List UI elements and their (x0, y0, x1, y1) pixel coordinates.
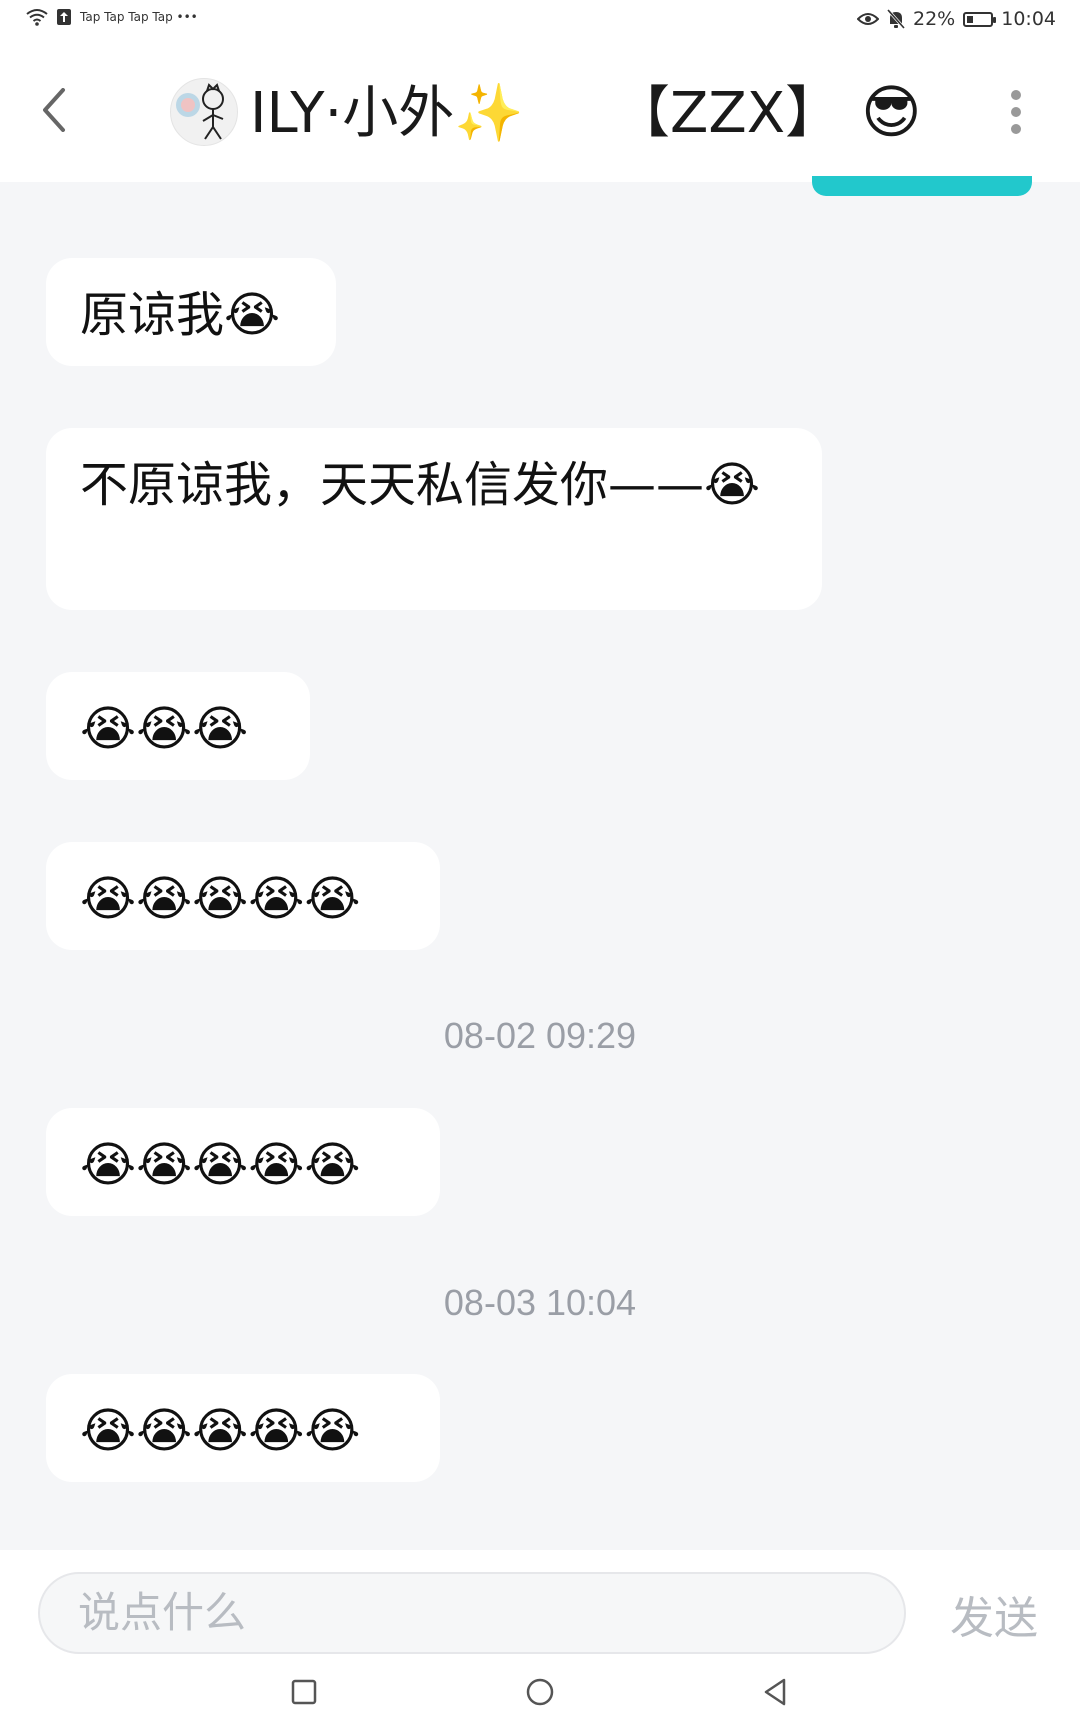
message-bubble[interactable]: 原谅我😭 (46, 258, 336, 366)
message-text: 原谅我😭 (80, 287, 281, 343)
message-bubble[interactable]: 😭😭😭😭😭 (46, 1374, 440, 1482)
home-button[interactable] (520, 1672, 560, 1712)
avatar-image (176, 83, 224, 140)
timestamp: 08-03 10:04 (443, 1282, 637, 1323)
battery-icon (963, 11, 997, 27)
square-icon (291, 1679, 317, 1705)
triangle-back-icon (764, 1678, 786, 1706)
message-bubble[interactable]: 😭😭😭😭😭 (46, 842, 440, 950)
title-name: ILY·小外✨ (250, 81, 525, 146)
send-button[interactable]: 发送 (950, 1582, 1038, 1646)
status-left: Tap Tap Tap Tap ••• (26, 8, 198, 26)
back-nav-button[interactable] (756, 1672, 796, 1712)
upload-notification-icon (57, 9, 71, 25)
message-bubble[interactable]: 😭😭😭 (46, 672, 310, 780)
circle-icon (526, 1678, 554, 1706)
message-input[interactable]: 说点什么 (38, 1572, 906, 1654)
recent-apps-button[interactable] (284, 1672, 324, 1712)
status-bar: Tap Tap Tap Tap ••• 22% 10:04 (0, 0, 1080, 40)
chat-header: ILY·小外✨ 【ZZX】 😎 (0, 40, 1080, 182)
more-dot-icon (1011, 90, 1021, 100)
message-text: 😭😭😭😭😭 (80, 1403, 361, 1459)
message-text: 不原谅我，天天私信发你——😭 (80, 457, 761, 513)
wifi-icon (26, 9, 48, 26)
status-notification-text: Tap Tap Tap Tap ••• (80, 10, 198, 24)
message-bubble[interactable]: 😭😭😭😭😭 (46, 1108, 440, 1216)
more-dot-icon (1011, 107, 1021, 117)
avatar[interactable] (170, 78, 238, 146)
system-nav-bar (0, 1660, 1080, 1728)
eye-icon (857, 13, 879, 25)
status-time: 10:04 (1001, 8, 1056, 30)
chevron-left-icon (43, 88, 65, 132)
chat-screen: Tap Tap Tap Tap ••• 22% 10:04 ILY·小外✨ 【Z… (0, 0, 1080, 1728)
accent-tab-indicator (812, 176, 1032, 196)
status-right: 22% 10:04 (857, 8, 1056, 30)
message-text: 😭😭😭😭😭 (80, 871, 361, 927)
more-dot-icon (1011, 124, 1021, 134)
battery-percent: 22% (913, 8, 956, 30)
timestamp: 08-02 09:29 (443, 1015, 637, 1056)
message-text: 😭😭😭 (80, 701, 249, 757)
title-tag: 【ZZX】 (614, 81, 842, 146)
message-text: 😭😭😭😭😭 (80, 1137, 361, 1193)
title-emoji: 😎 (861, 78, 922, 146)
more-options-button[interactable] (1008, 90, 1022, 134)
page-title: ILY·小外✨ 【ZZX】 😎 (250, 80, 922, 146)
composer-bar: 说点什么 发送 (0, 1550, 1080, 1660)
mute-bell-icon (887, 9, 905, 29)
back-button[interactable] (34, 80, 74, 140)
message-input-placeholder: 说点什么 (78, 1588, 247, 1637)
message-bubble[interactable]: 不原谅我，天天私信发你——😭 (46, 428, 822, 610)
